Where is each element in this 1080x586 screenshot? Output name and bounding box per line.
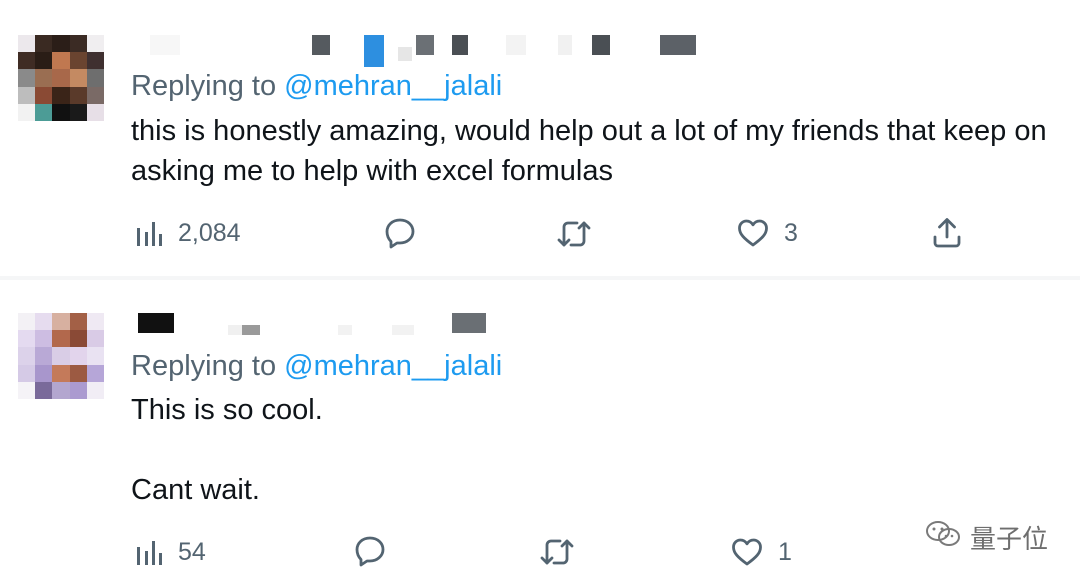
- tweet-text: This is so cool. Cant wait.: [131, 394, 323, 506]
- mention-link[interactable]: @mehran__jalali: [284, 350, 502, 382]
- redacted-username: [138, 313, 498, 335]
- speech-bubble-icon: [383, 216, 417, 250]
- share-button[interactable]: [931, 216, 963, 250]
- retweet-button[interactable]: [556, 218, 606, 250]
- retweet-button[interactable]: [539, 536, 589, 568]
- replying-to-label: Replying to: [131, 350, 285, 382]
- heart-icon: [730, 536, 764, 568]
- like-button[interactable]: 3: [736, 217, 798, 249]
- like-count: 1: [778, 537, 792, 566]
- watermark-text: 量子位: [969, 524, 1048, 554]
- avatar[interactable]: [18, 35, 104, 121]
- speech-bubble-icon: [353, 534, 387, 568]
- heart-icon: [736, 217, 770, 249]
- watermark: 量子位: [924, 519, 1048, 556]
- avatar[interactable]: [18, 313, 104, 399]
- reply-tweet-2[interactable]: Replying to @mehran__jalali This is so c…: [0, 280, 1080, 586]
- reply-tweet-1[interactable]: Replying to @mehran__jalali this is hone…: [0, 0, 1080, 276]
- tweet-text: this is honestly amazing, would help out…: [131, 115, 1055, 187]
- replying-to: Replying to @mehran__jalali: [131, 70, 502, 103]
- like-button[interactable]: 1: [730, 536, 792, 568]
- mention-link[interactable]: @mehran__jalali: [284, 70, 502, 102]
- reply-button[interactable]: [353, 534, 401, 568]
- reply-button[interactable]: [383, 216, 431, 250]
- views-count: 2,084: [178, 218, 241, 247]
- bar-chart-icon: [134, 537, 164, 567]
- share-upload-icon: [931, 216, 963, 250]
- bar-chart-icon: [134, 218, 164, 248]
- like-count: 3: [784, 218, 798, 247]
- redacted-username: [150, 35, 710, 67]
- views-button[interactable]: 54: [134, 537, 206, 567]
- retweet-icon: [556, 218, 592, 250]
- wechat-logo-icon: [924, 519, 962, 556]
- views-button[interactable]: 2,084: [134, 218, 241, 248]
- replying-to-label: Replying to: [131, 70, 285, 102]
- views-count: 54: [178, 537, 206, 566]
- retweet-icon: [539, 536, 575, 568]
- replying-to: Replying to @mehran__jalali: [131, 350, 502, 383]
